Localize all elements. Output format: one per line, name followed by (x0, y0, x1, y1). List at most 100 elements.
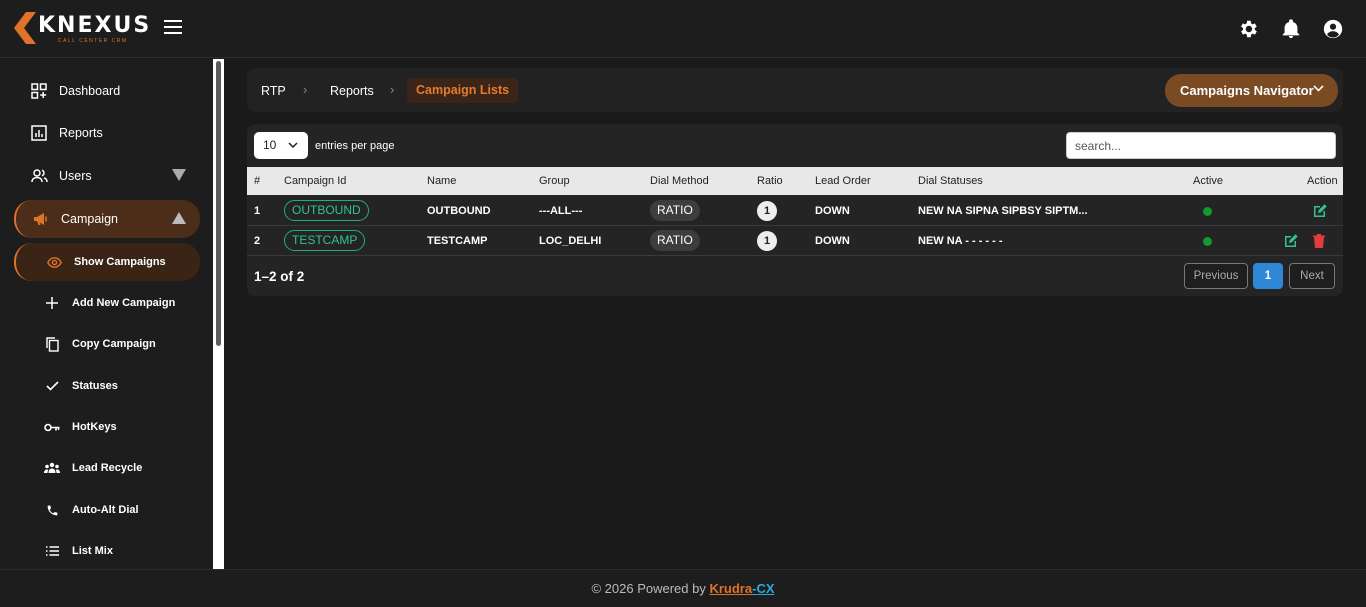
sidebar-subitem-label: Add New Campaign (72, 297, 176, 309)
breadcrumb: RTP › Reports › Campaign Lists Campaigns… (247, 68, 1343, 112)
footer-brand-krudra[interactable]: Krudra (709, 581, 752, 596)
chevron-down-icon (288, 142, 298, 148)
users-icon (30, 167, 48, 185)
sidebar-item-label: Reports (59, 126, 103, 140)
sidebar-item-label: Users (59, 169, 92, 183)
sidebar-subitem-label: Statuses (72, 380, 118, 392)
active-status-dot (1203, 237, 1212, 246)
column-header[interactable]: Active (1193, 175, 1223, 187)
dashboard-icon (30, 82, 48, 100)
group-icon (44, 460, 60, 476)
campaigns-navigator-button[interactable]: Campaigns Navigator (1165, 74, 1338, 107)
edit-icon[interactable] (1312, 203, 1328, 219)
brand-tagline: CALL CENTER CRM (58, 38, 128, 44)
breadcrumb-separator-icon: › (390, 82, 395, 97)
breadcrumb-campaign-lists: Campaign Lists (407, 78, 519, 103)
sidebar-scrollbar-thumb[interactable] (216, 61, 221, 346)
account-icon[interactable] (1322, 18, 1344, 40)
sidebar-subitem-hotkeys[interactable]: HotKeys (14, 408, 200, 446)
copy-icon (44, 336, 60, 352)
sidebar-item-campaign[interactable]: Campaign (14, 200, 200, 238)
sidebar-item-label: Dashboard (59, 84, 121, 98)
menu-toggle-icon[interactable] (164, 20, 184, 38)
edit-icon[interactable] (1283, 233, 1299, 249)
row-number: 1 (254, 205, 261, 217)
sidebar-subitem-show-campaigns[interactable]: Show Campaigns (14, 243, 200, 281)
sidebar-item-label: Campaign (61, 212, 118, 226)
check-icon (44, 378, 60, 394)
breadcrumb-reports[interactable]: Reports (330, 84, 374, 98)
knexus-logo[interactable]: KNEXUS CALL CENTER CRM (14, 10, 149, 46)
table-row: 1 OUTBOUND OUTBOUND ---ALL--- RATIO 1 DO… (247, 196, 1343, 226)
breadcrumb-rtp[interactable]: RTP (261, 84, 286, 98)
campaign-group: ---ALL--- (539, 205, 583, 217)
lead-order: DOWN (815, 205, 850, 217)
column-header[interactable]: Campaign Id (284, 175, 346, 187)
ratio-badge: 1 (757, 201, 777, 221)
campaign-name: TESTCAMP (427, 235, 488, 247)
column-header[interactable]: Name (427, 175, 456, 187)
column-header[interactable]: Group (539, 175, 570, 187)
entries-per-page-value: 10 (263, 138, 277, 152)
sidebar-subitem-label: Show Campaigns (74, 256, 166, 268)
sidebar-subitem-lead-recycle[interactable]: Lead Recycle (14, 449, 200, 487)
dial-statuses: NEW NA - - - - - - (918, 235, 1003, 247)
brand-name: KNEXUS (38, 13, 152, 38)
row-number: 2 (254, 235, 261, 247)
dial-method-badge: RATIO (650, 230, 700, 251)
previous-page-button[interactable]: Previous (1184, 263, 1248, 289)
campaign-table-card: 10 entries per page # Campaign Id Name G… (247, 124, 1343, 296)
footer: © 2026 Powered by Krudra-CX (0, 569, 1366, 607)
breadcrumb-separator-icon: › (303, 82, 308, 97)
ratio-badge: 1 (757, 231, 777, 251)
list-icon (44, 543, 60, 559)
sidebar-item-dashboard[interactable]: Dashboard (14, 72, 200, 110)
sidebar-subitem-label: Lead Recycle (72, 462, 143, 474)
sidebar-subitem-label: Auto-Alt Dial (72, 504, 139, 516)
table-row: 2 TESTCAMP TESTCAMP LOC_DELHI RATIO 1 DO… (247, 226, 1343, 256)
column-header[interactable]: Dial Statuses (918, 175, 983, 187)
column-header[interactable]: Lead Order (815, 175, 871, 187)
sidebar-item-reports[interactable]: Reports (14, 114, 200, 152)
expand-arrow-icon (172, 169, 186, 181)
page-1-button[interactable]: 1 (1253, 263, 1283, 289)
campaign-group: LOC_DELHI (539, 235, 602, 247)
campaign-name: OUTBOUND (427, 205, 491, 217)
pagination-info: 1–2 of 2 (254, 269, 305, 284)
column-header[interactable]: Ratio (757, 175, 783, 187)
sidebar-subitem-add-new-campaign[interactable]: Add New Campaign (14, 284, 200, 322)
reports-icon (30, 124, 48, 142)
delete-icon[interactable] (1311, 233, 1327, 249)
search-input[interactable] (1066, 132, 1336, 159)
footer-brand-cx[interactable]: CX (756, 581, 774, 596)
campaign-id-link[interactable]: TESTCAMP (284, 230, 366, 251)
logo-chevron-icon (14, 12, 36, 44)
dial-method-badge: RATIO (650, 200, 700, 221)
dial-statuses: NEW NA SIPNA SIPBSY SIPTM... (918, 205, 1088, 217)
sidebar-subitem-auto-alt-dial[interactable]: Auto-Alt Dial (14, 491, 200, 529)
sidebar: Dashboard Reports Users Campaign Show Ca… (0, 59, 224, 569)
bell-icon[interactable] (1280, 18, 1302, 40)
column-header[interactable]: Dial Method (650, 175, 709, 187)
phone-icon (44, 502, 60, 518)
campaign-id-link[interactable]: OUTBOUND (284, 200, 369, 221)
active-status-dot (1203, 207, 1212, 216)
plus-icon (44, 295, 60, 311)
sidebar-subitem-statuses[interactable]: Statuses (14, 367, 200, 405)
sidebar-subitem-label: List Mix (72, 545, 113, 557)
campaigns-navigator-label: Campaigns Navigator (1180, 83, 1314, 98)
entries-per-page-label: entries per page (315, 140, 395, 152)
entries-per-page-select[interactable]: 10 (254, 132, 308, 159)
sidebar-subitem-label: HotKeys (72, 421, 117, 433)
lead-order: DOWN (815, 235, 850, 247)
gear-icon[interactable] (1237, 18, 1259, 40)
megaphone-icon (32, 210, 50, 228)
next-page-button[interactable]: Next (1289, 263, 1335, 289)
top-bar: KNEXUS CALL CENTER CRM (0, 0, 1366, 58)
sidebar-subitem-label: Copy Campaign (72, 338, 156, 350)
footer-text: © 2026 Powered by (591, 581, 710, 596)
sidebar-subitem-copy-campaign[interactable]: Copy Campaign (14, 325, 200, 363)
key-icon (44, 419, 60, 435)
sidebar-subitem-list-mix[interactable]: List Mix (14, 532, 200, 569)
sidebar-item-users[interactable]: Users (14, 157, 200, 195)
